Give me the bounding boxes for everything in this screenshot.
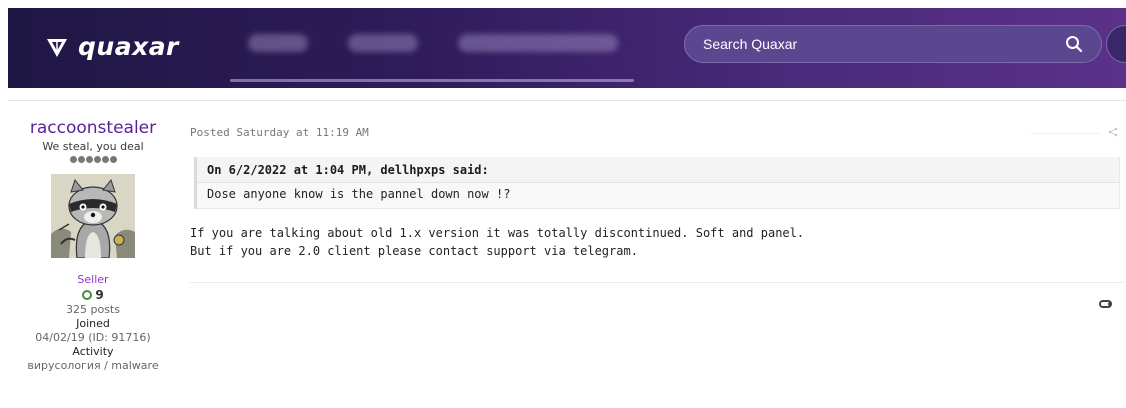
author-joined-label: Joined (76, 317, 110, 330)
rank-pip (109, 156, 117, 163)
rank-pip (101, 156, 109, 163)
raccoon-avatar-image (51, 174, 135, 258)
search-icon[interactable] (1065, 35, 1083, 53)
quote-text: Dose anyone know is the pannel down now … (207, 187, 511, 201)
nav-active-underline (230, 79, 634, 82)
rank-pips (0, 156, 186, 163)
nav-item-2[interactable] (348, 34, 418, 52)
author-title: We steal, you deal (42, 140, 144, 153)
main-nav (230, 8, 640, 88)
search-input[interactable] (703, 26, 1043, 62)
post-footer-divider (190, 282, 1124, 283)
rank-pip (93, 156, 101, 163)
post-date: Posted Saturday at 11:19 AM (190, 126, 369, 139)
search-bar (684, 25, 1102, 63)
share-icon[interactable] (1108, 127, 1118, 137)
quote-citation[interactable]: On 6/2/2022 at 1:04 PM, dellhpxps said: (197, 157, 1119, 183)
logo[interactable]: quaxar (46, 32, 179, 61)
post-content: If you are talking about old 1.x version… (190, 224, 804, 260)
author-activity-value: вирусология / malware (27, 359, 159, 372)
post-line: If you are talking about old 1.x version… (190, 226, 805, 240)
rank-pip (85, 156, 93, 163)
logo-text: quaxar (78, 32, 179, 61)
quaxar-logo-icon (47, 38, 67, 57)
user-menu-button[interactable] (1106, 25, 1126, 63)
author-username[interactable]: raccoonstealer (0, 118, 186, 138)
author-activity-label: Activity (72, 345, 114, 358)
reputation-icon (82, 290, 93, 300)
author-joined-value: 04/02/19 (ID: 91716) (35, 331, 151, 344)
author-role: Seller (77, 273, 109, 286)
reaction-icon[interactable] (1098, 298, 1114, 310)
author-panel: raccoonstealer We steal, you deal Seller… (0, 118, 186, 372)
nav-item-3[interactable] (458, 34, 618, 52)
post-meta-divider (1030, 133, 1100, 134)
author-post-count: 325 posts (66, 303, 120, 316)
rank-pip (69, 156, 77, 163)
post-line: But if you are 2.0 client please contact… (190, 244, 638, 258)
top-header: quaxar (8, 8, 1126, 88)
nav-item-1[interactable] (248, 34, 308, 52)
reputation-value: 9 (95, 288, 104, 302)
avatar[interactable] (51, 174, 135, 258)
rank-pip (77, 156, 85, 163)
quote-block: On 6/2/2022 at 1:04 PM, dellhpxps said: … (194, 157, 1120, 209)
author-reputation: 9 (0, 288, 186, 302)
content-top-border (8, 100, 1126, 101)
